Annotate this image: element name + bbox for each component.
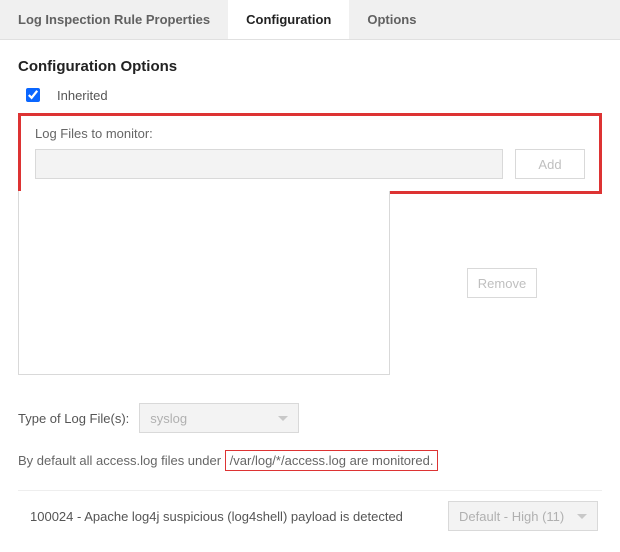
- log-file-input[interactable]: [35, 149, 503, 179]
- tab-bar: Log Inspection Rule Properties Configura…: [0, 0, 620, 40]
- log-files-label: Log Files to monitor:: [35, 126, 585, 141]
- type-value: syslog: [150, 411, 187, 426]
- severity-value: Default - High (11): [459, 509, 564, 524]
- chevron-down-icon: [577, 514, 587, 519]
- tab-options[interactable]: Options: [349, 0, 434, 39]
- inherited-row: Inherited: [18, 85, 602, 105]
- section-title: Configuration Options: [18, 58, 602, 75]
- type-select[interactable]: syslog: [139, 403, 299, 433]
- rule-row: 100024 - Apache log4j suspicious (log4sh…: [18, 491, 602, 531]
- default-prefix: By default all access.log files under: [18, 453, 225, 468]
- tab-properties[interactable]: Log Inspection Rule Properties: [0, 0, 228, 39]
- add-button[interactable]: Add: [515, 149, 585, 179]
- default-highlight: /var/log/*/access.log are monitored.: [225, 450, 439, 471]
- log-files-listbox[interactable]: [18, 191, 390, 375]
- inherited-checkbox[interactable]: [26, 88, 40, 102]
- type-label: Type of Log File(s):: [18, 411, 129, 426]
- tab-configuration[interactable]: Configuration: [228, 0, 349, 39]
- remove-button[interactable]: Remove: [467, 268, 537, 298]
- inherited-label: Inherited: [57, 88, 108, 103]
- severity-select[interactable]: Default - High (11): [448, 501, 598, 531]
- config-panel: Configuration Options Inherited Log File…: [0, 40, 620, 549]
- log-files-section: Log Files to monitor: Add: [18, 113, 602, 194]
- rule-text: 100024 - Apache log4j suspicious (log4sh…: [30, 509, 403, 524]
- type-row: Type of Log File(s): syslog: [18, 403, 602, 433]
- log-files-list-row: Remove: [18, 191, 602, 375]
- chevron-down-icon: [278, 416, 288, 421]
- default-monitor-text: By default all access.log files under /v…: [18, 453, 602, 468]
